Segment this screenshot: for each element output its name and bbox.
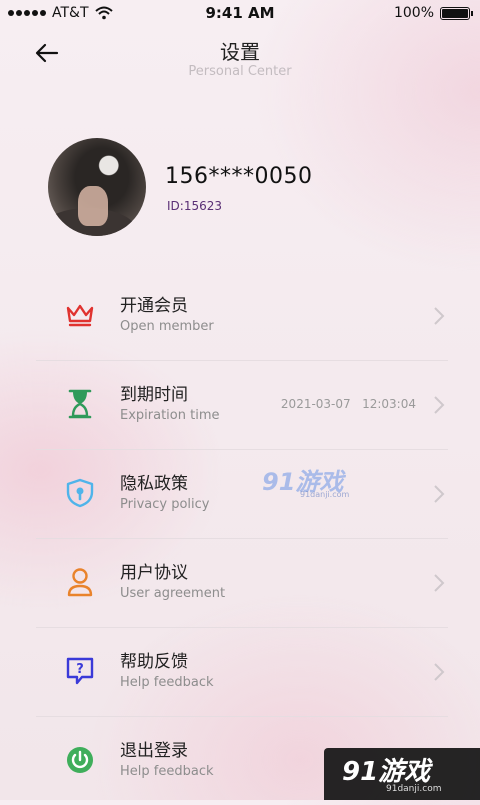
menu-subtitle: Open member	[120, 319, 214, 334]
phone-number: 156****0050	[165, 164, 313, 189]
shield-lock-icon	[64, 477, 96, 509]
corner-watermark-logo: 91游戏	[342, 757, 431, 787]
chevron-right-icon	[434, 307, 445, 325]
chevron-right-icon	[434, 663, 445, 681]
watermark-logo: 91游戏 91danji.com	[262, 462, 372, 504]
page-subtitle: Personal Center	[188, 64, 292, 79]
menu-title: 到期时间	[120, 385, 188, 405]
menu-item-open-member[interactable]: 开通会员 Open member	[36, 272, 448, 361]
help-chat-icon: ?	[64, 655, 96, 687]
menu-title: 用户协议	[120, 563, 188, 583]
chevron-right-icon	[434, 485, 445, 503]
hourglass-icon	[64, 388, 96, 420]
menu-title: 帮助反馈	[120, 652, 188, 672]
power-icon	[64, 744, 96, 776]
corner-watermark: 91游戏 91danji.com	[324, 748, 480, 800]
menu-subtitle: Help feedback	[120, 675, 214, 690]
avatar[interactable]	[48, 138, 146, 236]
battery-icon	[440, 6, 473, 20]
status-right: 100%	[393, 5, 473, 21]
menu-title: 退出登录	[120, 741, 188, 761]
menu-title: 开通会员	[120, 296, 188, 316]
menu-item-expiration-time[interactable]: 到期时间 Expiration time 2021-03-07 12:03:04	[36, 361, 448, 450]
menu-item-help-feedback[interactable]: ? 帮助反馈 Help feedback	[36, 628, 448, 717]
settings-menu: 开通会员 Open member 到期时间 Expiration time 20…	[36, 272, 448, 805]
menu-item-privacy-policy[interactable]: 隐私政策 Privacy policy	[36, 450, 448, 539]
crown-icon	[64, 299, 96, 331]
watermark-url-text: 91danji.com	[300, 490, 350, 499]
status-bar: AT&T 9:41 AM 100%	[0, 0, 480, 28]
svg-text:?: ?	[76, 662, 84, 677]
menu-subtitle: Privacy policy	[120, 497, 210, 512]
user-id: ID:15623	[167, 199, 222, 213]
expiration-value: 2021-03-07 12:03:04	[280, 397, 416, 411]
menu-subtitle: User agreement	[120, 586, 226, 601]
corner-watermark-url: 91danji.com	[386, 784, 442, 794]
menu-subtitle: Expiration time	[120, 408, 220, 423]
chevron-right-icon	[434, 574, 445, 592]
menu-item-user-agreement[interactable]: 用户协议 User agreement	[36, 539, 448, 628]
user-icon	[64, 566, 96, 598]
page-title: 设置	[220, 40, 260, 64]
menu-subtitle: Help feedback	[120, 764, 214, 779]
battery-percent: 100%	[393, 5, 434, 21]
menu-title: 隐私政策	[120, 474, 188, 494]
chevron-right-icon	[434, 396, 445, 414]
